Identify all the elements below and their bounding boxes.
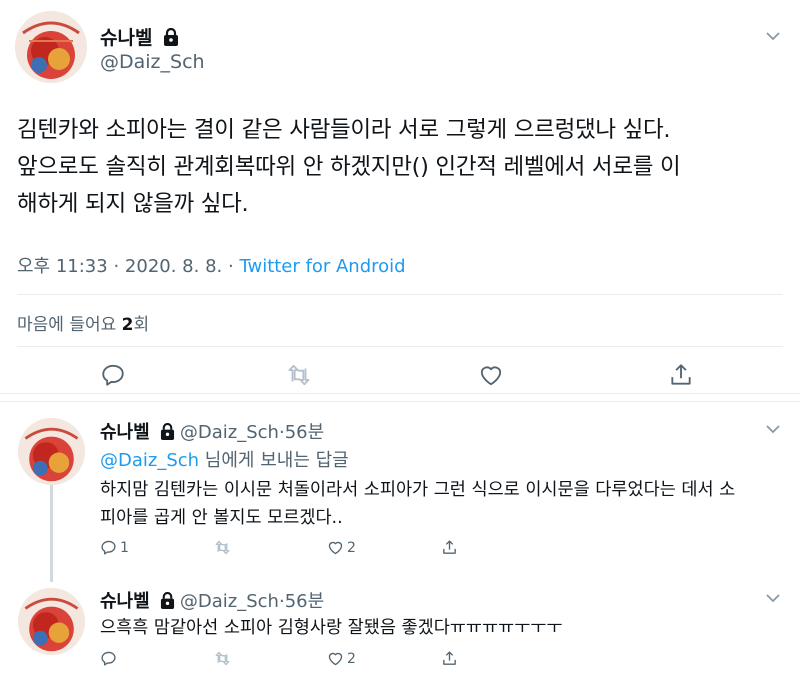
reply-text: 하지맘 김텐카는 이시문 처돌이라서 소피아가 그런 식으로 이시문을 다루었다…	[100, 476, 790, 532]
likes-count: 2	[121, 315, 134, 335]
tweet-date[interactable]: 2020. 8. 8.	[125, 256, 222, 277]
tweet-source-link[interactable]: Twitter for Android	[239, 256, 405, 277]
share-icon	[443, 651, 456, 665]
reply-time[interactable]: 56분	[285, 591, 324, 612]
chevron-down-icon[interactable]	[764, 27, 782, 45]
lock-icon	[163, 27, 179, 50]
reply-button[interactable]	[100, 650, 120, 667]
likes-summary[interactable]: 마음에 들어요 2회	[17, 310, 149, 335]
retweet-button[interactable]	[214, 650, 234, 667]
reply-icon[interactable]	[100, 362, 126, 388]
share-icon	[443, 540, 456, 554]
reply-display-name[interactable]: 슈나벨	[100, 422, 150, 443]
author-handle[interactable]: @Daiz_Sch	[100, 51, 205, 73]
reply-avatar[interactable]	[18, 588, 85, 655]
heart-icon[interactable]	[478, 362, 504, 388]
mention-link[interactable]: @Daiz_Sch	[100, 450, 199, 471]
tweet-time[interactable]: 오후 11:33	[17, 256, 108, 277]
divider	[17, 294, 783, 295]
reply-avatar[interactable]	[18, 418, 85, 485]
like-button[interactable]: 2	[327, 539, 356, 556]
likes-suffix: 회	[133, 315, 150, 335]
like-button[interactable]: 2	[327, 650, 356, 667]
reply-icon	[101, 540, 116, 555]
chevron-down-icon[interactable]	[764, 589, 782, 607]
like-count: 2	[347, 539, 356, 556]
lock-icon	[160, 422, 175, 444]
avatar-image	[18, 418, 85, 485]
tweet-text-line: 해하게 되지 않을까 싶다.	[17, 191, 249, 217]
like-count: 2	[347, 650, 356, 667]
share-button[interactable]	[441, 539, 458, 556]
reply-icon	[101, 651, 116, 666]
retweet-icon[interactable]	[286, 362, 312, 388]
reply-time[interactable]: 56분	[285, 422, 324, 443]
replying-to: @Daiz_Sch 님에게 보내는 답글	[100, 446, 349, 472]
author-name-row: 슈나벨	[100, 23, 179, 50]
reply-header: 슈나벨 @Daiz_Sch·56분	[100, 587, 324, 613]
heart-icon	[328, 652, 343, 666]
divider	[17, 346, 783, 347]
tweet-text-line: 김텐카와 소피아는 결이 같은 사람들이라 서로 그렇게 으르렁댔나 싶다.	[17, 117, 671, 143]
avatar-image	[18, 588, 85, 655]
section-divider	[0, 393, 800, 402]
share-button[interactable]	[441, 650, 458, 667]
reply-text: 으흑흑 맘같아선 소피아 김형사랑 잘됐음 좋겠다ㅠㅠㅠㅠㅜㅜㅜ	[100, 614, 790, 642]
reply-handle[interactable]: @Daiz_Sch	[180, 422, 279, 443]
share-icon[interactable]	[668, 362, 694, 388]
thread-line	[50, 485, 53, 582]
reply-count: 1	[120, 539, 129, 556]
retweet-icon	[215, 651, 230, 666]
meta-separator: ·	[227, 256, 234, 277]
retweet-icon	[215, 540, 230, 555]
author-display-name[interactable]: 슈나벨	[100, 27, 152, 49]
reply-button[interactable]: 1	[100, 539, 129, 556]
reply-text-line: 으흑흑 맘같아선 소피아 김형사랑 잘됐음 좋겠다ㅠㅠㅠㅠㅜㅜㅜ	[100, 618, 563, 638]
tweet-meta: 오후 11:33 · 2020. 8. 8. · Twitter for And…	[17, 252, 406, 278]
tweet-text: 김텐카와 소피아는 결이 같은 사람들이라 서로 그렇게 으르렁댔나 싶다. 앞…	[17, 112, 787, 223]
retweet-button[interactable]	[214, 539, 234, 556]
likes-prefix: 마음에 들어요	[17, 315, 122, 335]
heart-icon	[328, 541, 343, 555]
chevron-down-icon[interactable]	[764, 420, 782, 438]
reply-text-line: 하지맘 김텐카는 이시문 처돌이라서 소피아가 그런 식으로 이시문을 다루었다…	[100, 480, 736, 500]
reply-header: 슈나벨 @Daiz_Sch·56분	[100, 418, 324, 444]
meta-separator: ·	[113, 256, 120, 277]
tweet-text-line: 앞으로도 솔직히 관계회복따위 안 하겠지만() 인간적 레벨에서 서로를 이	[17, 154, 681, 180]
author-avatar[interactable]	[15, 11, 87, 83]
reply-text-line: 피아를 곱게 안 볼지도 모르겠다..	[100, 508, 343, 528]
replying-suffix: 님에게 보내는 답글	[199, 450, 349, 471]
reply-handle[interactable]: @Daiz_Sch	[180, 591, 279, 612]
reply-display-name[interactable]: 슈나벨	[100, 591, 150, 612]
lock-icon	[160, 591, 175, 613]
avatar-image	[15, 11, 87, 83]
